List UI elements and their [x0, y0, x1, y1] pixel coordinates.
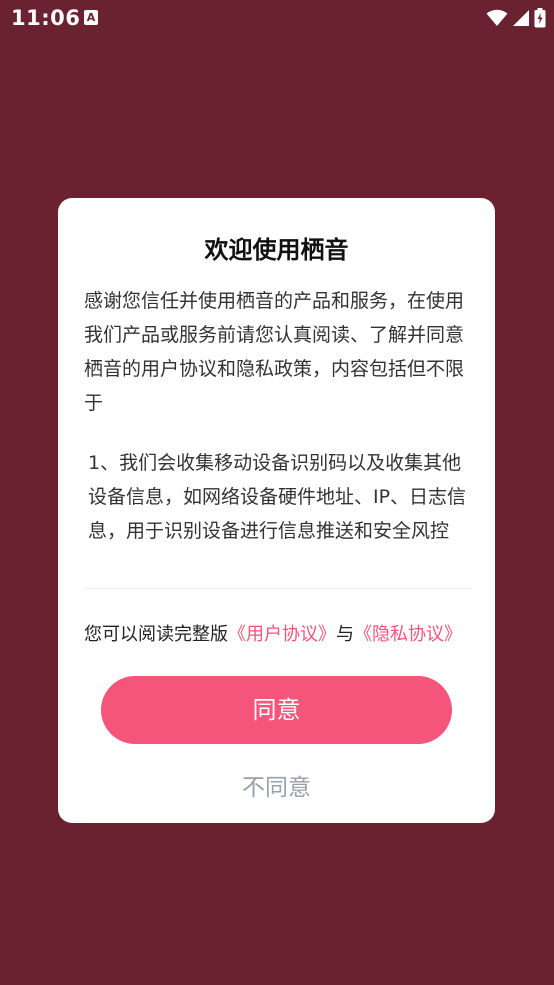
user-agreement-link[interactable]: 《用户协议》: [228, 624, 336, 645]
app-notification-icon: A: [84, 10, 98, 25]
body-paragraph-intro: 感谢您信任并使用栖音的产品和服务，在使用我们产品或服务前请您认真阅读、了解并同意…: [84, 290, 465, 414]
wifi-icon: [486, 9, 508, 26]
status-bar: 11:06 A: [0, 0, 554, 38]
battery-icon: [534, 8, 546, 28]
dialog-title: 欢迎使用栖音: [204, 236, 349, 264]
privacy-dialog: 欢迎使用栖音 感谢您信任并使用栖音的产品和服务，在使用我们产品或服务前请您认真阅…: [58, 198, 495, 823]
disagree-button[interactable]: 不同意: [58, 768, 495, 802]
body-paragraph-device-info: 1、我们会收集移动设备识别码以及收集其他设备信息，如网络设备硬件地址、IP、日志…: [88, 452, 467, 542]
status-time: 11:06: [11, 6, 81, 30]
agreement-links-line: 您可以阅读完整版《用户协议》与《隐私协议》: [84, 620, 484, 646]
agree-button[interactable]: 同意: [101, 676, 452, 744]
privacy-policy-link[interactable]: 《隐私协议》: [354, 624, 462, 645]
divider: [84, 588, 472, 589]
links-prefix-text: 您可以阅读完整版: [84, 624, 228, 645]
links-connector-text: 与: [336, 624, 354, 645]
status-icons: [486, 8, 546, 28]
dialog-body-scroll[interactable]: 感谢您信任并使用栖音的产品和服务，在使用我们产品或服务前请您认真阅读、了解并同意…: [84, 284, 472, 566]
signal-icon: [513, 10, 529, 26]
